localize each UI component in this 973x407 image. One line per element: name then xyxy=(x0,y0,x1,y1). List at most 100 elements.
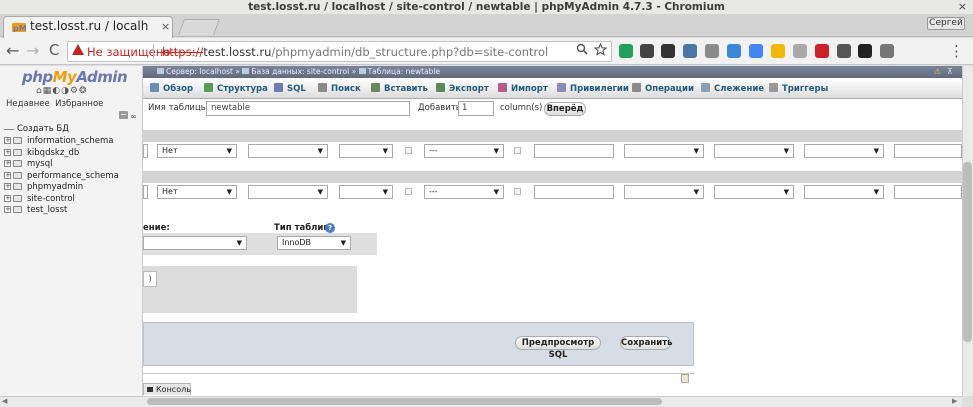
notepad-icon[interactable] xyxy=(681,374,689,383)
column-length-input[interactable] xyxy=(143,185,148,199)
tab-3[interactable]: SQL xyxy=(274,83,306,94)
expand-icon[interactable]: + xyxy=(4,183,11,190)
save-button[interactable]: Сохранить xyxy=(620,336,673,350)
phpmyadmin-logo[interactable]: phpMyAdmin xyxy=(22,68,128,86)
bookmark-star-icon[interactable] xyxy=(594,43,607,56)
tree-item-database[interactable]: + performance_schema xyxy=(4,171,119,182)
auto-increment-checkbox[interactable] xyxy=(514,147,521,154)
camera-ext-icon[interactable] xyxy=(880,44,894,58)
scroll-right-icon[interactable]: ▶ xyxy=(952,397,957,405)
tree-item-database[interactable]: + information_schema xyxy=(4,136,114,147)
security-status[interactable]: Не защищено xyxy=(87,45,170,59)
tab-11[interactable]: Триггеры xyxy=(769,83,828,94)
collation-select[interactable]: ▼ xyxy=(248,185,328,199)
tree-item-database[interactable]: + mysql xyxy=(4,159,53,170)
null-checkbox[interactable] xyxy=(405,147,412,154)
index-select[interactable]: --- ▼ xyxy=(424,185,504,199)
tab-6[interactable]: Экспорт xyxy=(436,83,489,94)
move-column-select[interactable]: ▼ xyxy=(714,185,794,199)
go-button[interactable]: Вперёд xyxy=(544,102,586,116)
horizontal-scroll-thumb[interactable] xyxy=(147,398,662,405)
new-tab-button[interactable] xyxy=(178,19,220,35)
favorite-tables-tab[interactable]: Избранное xyxy=(55,99,103,109)
qr-ext-icon[interactable] xyxy=(837,44,851,58)
breadcrumb-table[interactable]: Таблица: newtable xyxy=(368,67,441,76)
preview-sql-button[interactable]: Предпросмотр SQL xyxy=(515,336,601,360)
expand-icon[interactable]: + xyxy=(4,171,11,179)
collation-select[interactable]: ▼ xyxy=(143,236,247,250)
tree-item-database[interactable]: + kibqdskz_db xyxy=(4,148,79,159)
index-select[interactable]: --- ▼ xyxy=(424,144,504,158)
recent-tables-tab[interactable]: Недавнее xyxy=(6,99,50,109)
mustache-ext-icon[interactable] xyxy=(858,44,872,58)
tab-5[interactable]: Вставить xyxy=(371,83,428,94)
expand-icon[interactable]: + xyxy=(4,194,11,202)
sync-ext-icon[interactable] xyxy=(793,44,807,58)
tree-item-database[interactable]: + phpmyadmin xyxy=(4,182,83,193)
auto-increment-checkbox[interactable] xyxy=(514,188,521,195)
browser-transform-input[interactable] xyxy=(894,144,962,158)
back-button[interactable]: ← xyxy=(6,41,19,60)
mime-type-select[interactable]: ▼ xyxy=(804,185,884,199)
virtuality-select[interactable]: ▼ xyxy=(624,144,704,158)
shield-ext-icon[interactable] xyxy=(619,44,633,58)
chrome-ext-icon[interactable] xyxy=(705,44,719,58)
translate-ext-icon[interactable] xyxy=(749,44,763,58)
attributes-select[interactable]: ▼ xyxy=(339,185,393,199)
tab-9[interactable]: Операции xyxy=(632,83,694,94)
storage-engine-select[interactable]: InnoDB ▼ xyxy=(277,236,351,250)
comment-input[interactable] xyxy=(534,185,614,199)
tree-item-database[interactable]: + test_losst xyxy=(4,205,67,216)
warning-icon[interactable] xyxy=(72,44,84,55)
link-with-main-icon[interactable]: ∞ xyxy=(130,112,137,121)
tab-7[interactable]: Импорт xyxy=(498,83,548,94)
tree-item-database[interactable]: + site-control xyxy=(4,194,75,205)
mime-type-select[interactable]: ▼ xyxy=(804,144,884,158)
pinterest-ext-icon[interactable] xyxy=(815,44,829,58)
tree-item-new-db[interactable]: Создать БД xyxy=(4,124,69,135)
tab-1[interactable]: Обзор xyxy=(150,83,193,94)
url-text[interactable]: https://test.losst.ru/phpmyadmin/db_stru… xyxy=(162,45,548,59)
expand-icon[interactable]: + xyxy=(4,206,11,213)
vertical-scroll-thumb[interactable] xyxy=(963,162,972,342)
game-ext-icon[interactable] xyxy=(661,44,675,58)
window-close-button[interactable]: × xyxy=(958,0,967,14)
tab-close-button[interactable]: × xyxy=(161,20,170,33)
breadcrumb-server[interactable]: Сервер: localhost xyxy=(166,67,233,76)
table-name-input[interactable]: newtable xyxy=(206,101,410,116)
virtuality-select[interactable]: ▼ xyxy=(624,185,704,199)
scroll-left-icon[interactable]: ◀ xyxy=(2,397,7,405)
forward-button[interactable]: → xyxy=(26,41,39,60)
console-tab[interactable]: Консоль xyxy=(143,383,191,395)
reload-button[interactable]: C xyxy=(49,41,59,59)
pocket-ext-icon[interactable] xyxy=(640,44,654,58)
expand-icon[interactable]: + xyxy=(4,148,11,156)
help-icon[interactable]: ? xyxy=(325,223,335,233)
expand-icon[interactable]: + xyxy=(4,137,11,144)
warning-icon[interactable]: ⚠ xyxy=(934,66,941,78)
breadcrumb-database[interactable]: База данных: site-control xyxy=(251,67,349,76)
tab-8[interactable]: Привилегии xyxy=(557,83,629,94)
default-select[interactable]: Нет ▼ xyxy=(157,144,237,158)
profile-button[interactable]: Сергей xyxy=(927,17,965,30)
move-column-select[interactable]: ▼ xyxy=(714,144,794,158)
add-columns-input[interactable]: 1 xyxy=(458,101,494,116)
column-length-input[interactable] xyxy=(143,144,148,158)
collation-select[interactable]: ▼ xyxy=(248,144,328,158)
tab-10[interactable]: Слежение xyxy=(701,83,764,94)
default-select[interactable]: Нет ▼ xyxy=(157,185,237,199)
collapse-top-icon[interactable]: ⊼ xyxy=(947,66,953,78)
expand-icon[interactable]: + xyxy=(4,160,11,167)
sidebar-quick-icons[interactable]: ⌂▦◐◑⚙❂ xyxy=(36,86,88,96)
attributes-select[interactable]: ▼ xyxy=(339,144,393,158)
collapse-all-button[interactable]: − xyxy=(119,111,128,119)
bulb-ext-icon[interactable] xyxy=(771,44,785,58)
tab-2[interactable]: Структура xyxy=(204,83,268,94)
comment-input[interactable] xyxy=(534,144,614,158)
browser-menu-button[interactable]: ⋮ xyxy=(949,42,964,60)
zoom-search-icon[interactable] xyxy=(576,43,588,55)
vk-ext-icon[interactable] xyxy=(683,44,697,58)
tab-4[interactable]: Поиск xyxy=(318,83,361,94)
null-checkbox[interactable] xyxy=(405,188,412,195)
browser-transform-input[interactable] xyxy=(894,185,962,199)
